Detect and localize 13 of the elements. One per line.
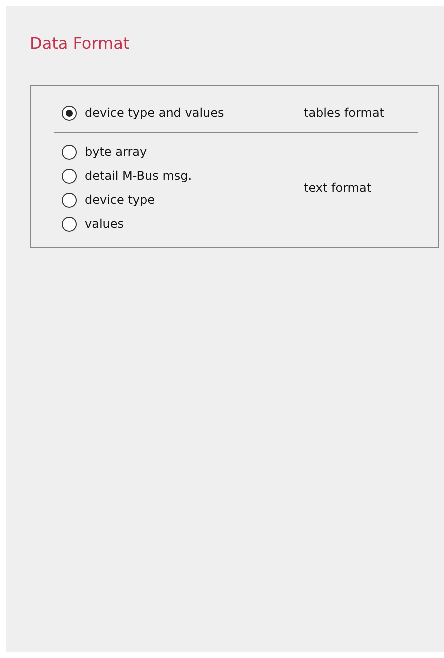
radio-option[interactable]: device type and values — [54, 104, 304, 122]
section-title: Data Format — [30, 34, 131, 54]
format-label: text format — [304, 181, 372, 195]
radio-button[interactable] — [62, 168, 77, 184]
radio-button[interactable] — [62, 216, 77, 232]
radio-button[interactable] — [62, 192, 77, 208]
format-label: tables format — [304, 106, 384, 120]
radio-button[interactable] — [62, 144, 77, 160]
radio-option[interactable]: values — [54, 215, 304, 233]
radio-button[interactable] — [62, 106, 77, 120]
radio-option[interactable]: device type — [54, 191, 304, 209]
radio-option[interactable]: byte array — [54, 143, 304, 161]
radio-option[interactable]: detail M-Bus msg. — [54, 167, 304, 185]
